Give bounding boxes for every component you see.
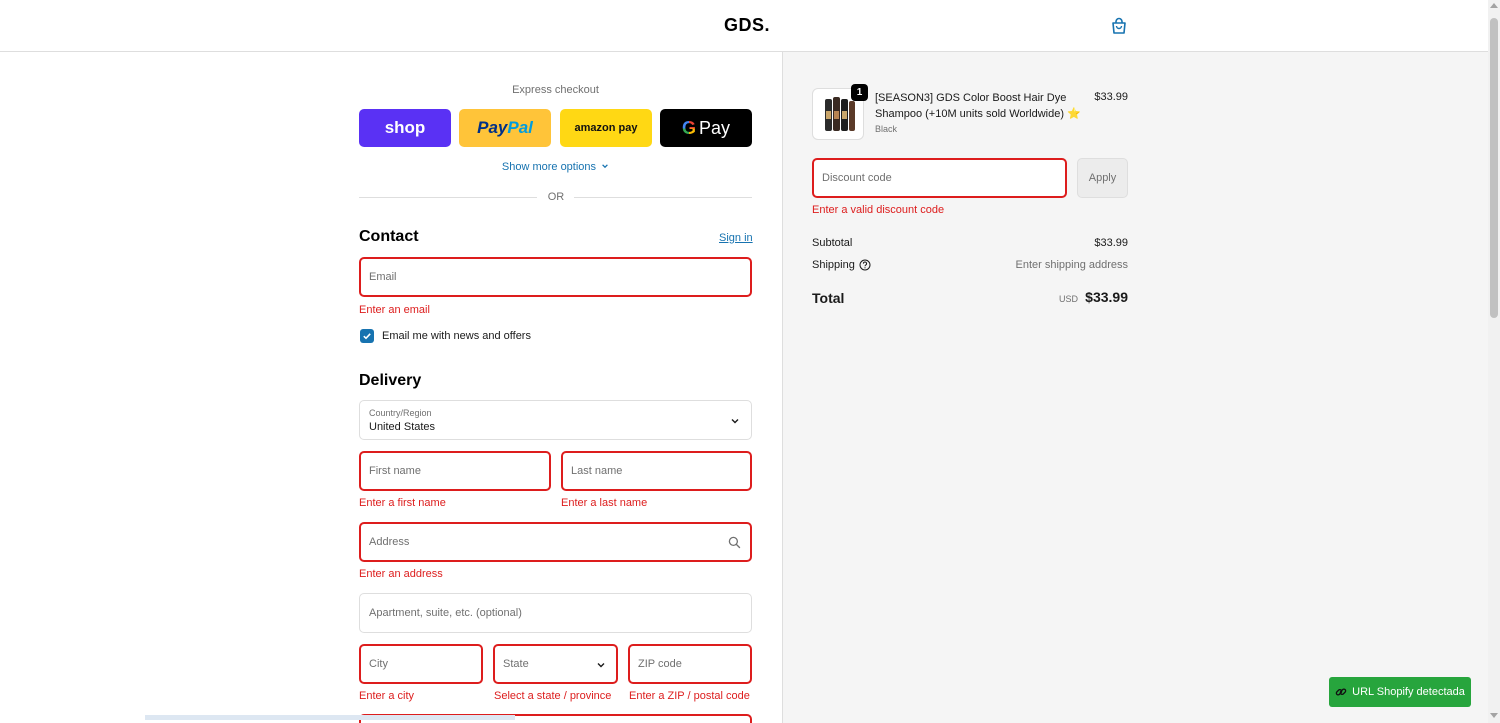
show-more-label: Show more options	[501, 161, 597, 173]
product-price: $33.99	[1094, 91, 1128, 103]
paypal-button[interactable]: Pay Pal	[459, 109, 551, 147]
product-name: [SEASON3] GDS Color Boost Hair Dye Shamp…	[875, 92, 1081, 120]
zip-field[interactable]	[628, 644, 752, 684]
apartment-input[interactable]	[369, 607, 742, 619]
paypal-label-pay: Pay	[477, 118, 508, 137]
first-name-field[interactable]	[359, 451, 551, 491]
subtotal-label: Subtotal	[812, 237, 853, 249]
address-input[interactable]	[369, 536, 742, 548]
first-name-error: Enter a first name	[359, 497, 446, 509]
quantity-badge: 1	[851, 84, 868, 101]
email-field[interactable]	[359, 257, 752, 297]
country-label: Country/Region	[369, 408, 432, 418]
sign-in-link[interactable]: Sign in	[719, 232, 753, 244]
zip-error: Enter a ZIP / postal code	[629, 690, 750, 702]
apply-discount-button[interactable]: Apply	[1077, 158, 1128, 198]
state-select[interactable]: State	[493, 644, 618, 684]
address-field[interactable]	[359, 522, 752, 562]
address-error: Enter an address	[359, 568, 443, 580]
page-scrollbar[interactable]	[1488, 0, 1500, 723]
paypal-label-pal: Pal	[507, 118, 533, 137]
link-icon	[1335, 688, 1347, 696]
shipping-label: Shipping	[812, 259, 855, 271]
apply-label: Apply	[1088, 172, 1117, 184]
help-circle-icon[interactable]	[859, 259, 871, 271]
city-input[interactable]	[369, 658, 473, 670]
total-label: Total	[812, 290, 845, 306]
show-more-options-link[interactable]: Show more options	[359, 161, 752, 173]
search-icon[interactable]	[728, 536, 741, 549]
state-error: Select a state / province	[494, 690, 612, 702]
email-error: Enter an email	[359, 304, 430, 316]
scroll-down-arrow-icon[interactable]	[1490, 713, 1498, 718]
shopify-url-label: URL Shopify detectada	[1352, 686, 1465, 698]
or-divider-left	[359, 197, 537, 198]
or-divider-text: OR	[547, 191, 565, 203]
discount-code-input[interactable]	[822, 172, 1057, 184]
shopping-bag-icon[interactable]	[1110, 17, 1128, 35]
email-input[interactable]	[369, 271, 742, 283]
contact-title: Contact	[359, 228, 419, 245]
delivery-title: Delivery	[359, 372, 422, 389]
subtotal-value: $33.99	[1094, 237, 1128, 249]
shop-pay-label: shop	[384, 118, 426, 137]
chevron-down-icon	[602, 164, 608, 169]
first-name-input[interactable]	[369, 465, 541, 477]
last-name-field[interactable]	[561, 451, 752, 491]
city-field[interactable]	[359, 644, 483, 684]
country-select[interactable]: Country/Region United States	[359, 400, 752, 440]
chevron-down-icon	[731, 419, 739, 424]
newsletter-checkbox[interactable]	[360, 329, 374, 343]
apartment-field[interactable]	[359, 593, 752, 633]
bottom-progress-strip	[145, 715, 515, 720]
or-divider-right	[574, 197, 752, 198]
order-summary-panel	[782, 52, 1488, 723]
total-value: $33.99	[1085, 289, 1128, 305]
city-error: Enter a city	[359, 690, 415, 702]
country-value: United States	[369, 421, 436, 433]
google-pay-button[interactable]: G Pay	[660, 109, 752, 147]
google-g-icon: G	[681, 117, 696, 138]
express-checkout-label: Express checkout	[512, 84, 599, 96]
total-currency: USD	[1058, 294, 1078, 304]
scroll-thumb[interactable]	[1490, 18, 1498, 318]
product-variant: Black	[875, 124, 898, 134]
header: GDS.	[0, 0, 1488, 52]
last-name-input[interactable]	[571, 465, 742, 477]
shopify-url-detected-button[interactable]: URL Shopify detectada	[1329, 677, 1471, 707]
zip-input[interactable]	[638, 658, 742, 670]
amazon-pay-label: amazon pay	[574, 122, 638, 134]
google-pay-label: Pay	[698, 117, 731, 138]
chevron-down-icon	[597, 663, 605, 668]
shipping-value: Enter shipping address	[1015, 259, 1128, 271]
shop-pay-button[interactable]: shop	[359, 109, 451, 147]
checkmark-icon	[363, 333, 371, 340]
amazon-pay-button[interactable]: amazon pay	[560, 109, 652, 147]
state-placeholder: State	[503, 658, 529, 670]
discount-code-field[interactable]	[812, 158, 1067, 198]
discount-error: Enter a valid discount code	[812, 204, 945, 216]
scroll-up-arrow-icon[interactable]	[1490, 3, 1498, 8]
newsletter-label: Email me with news and offers	[382, 330, 531, 342]
store-logo[interactable]: GDS.	[724, 15, 770, 36]
last-name-error: Enter a last name	[561, 497, 648, 509]
